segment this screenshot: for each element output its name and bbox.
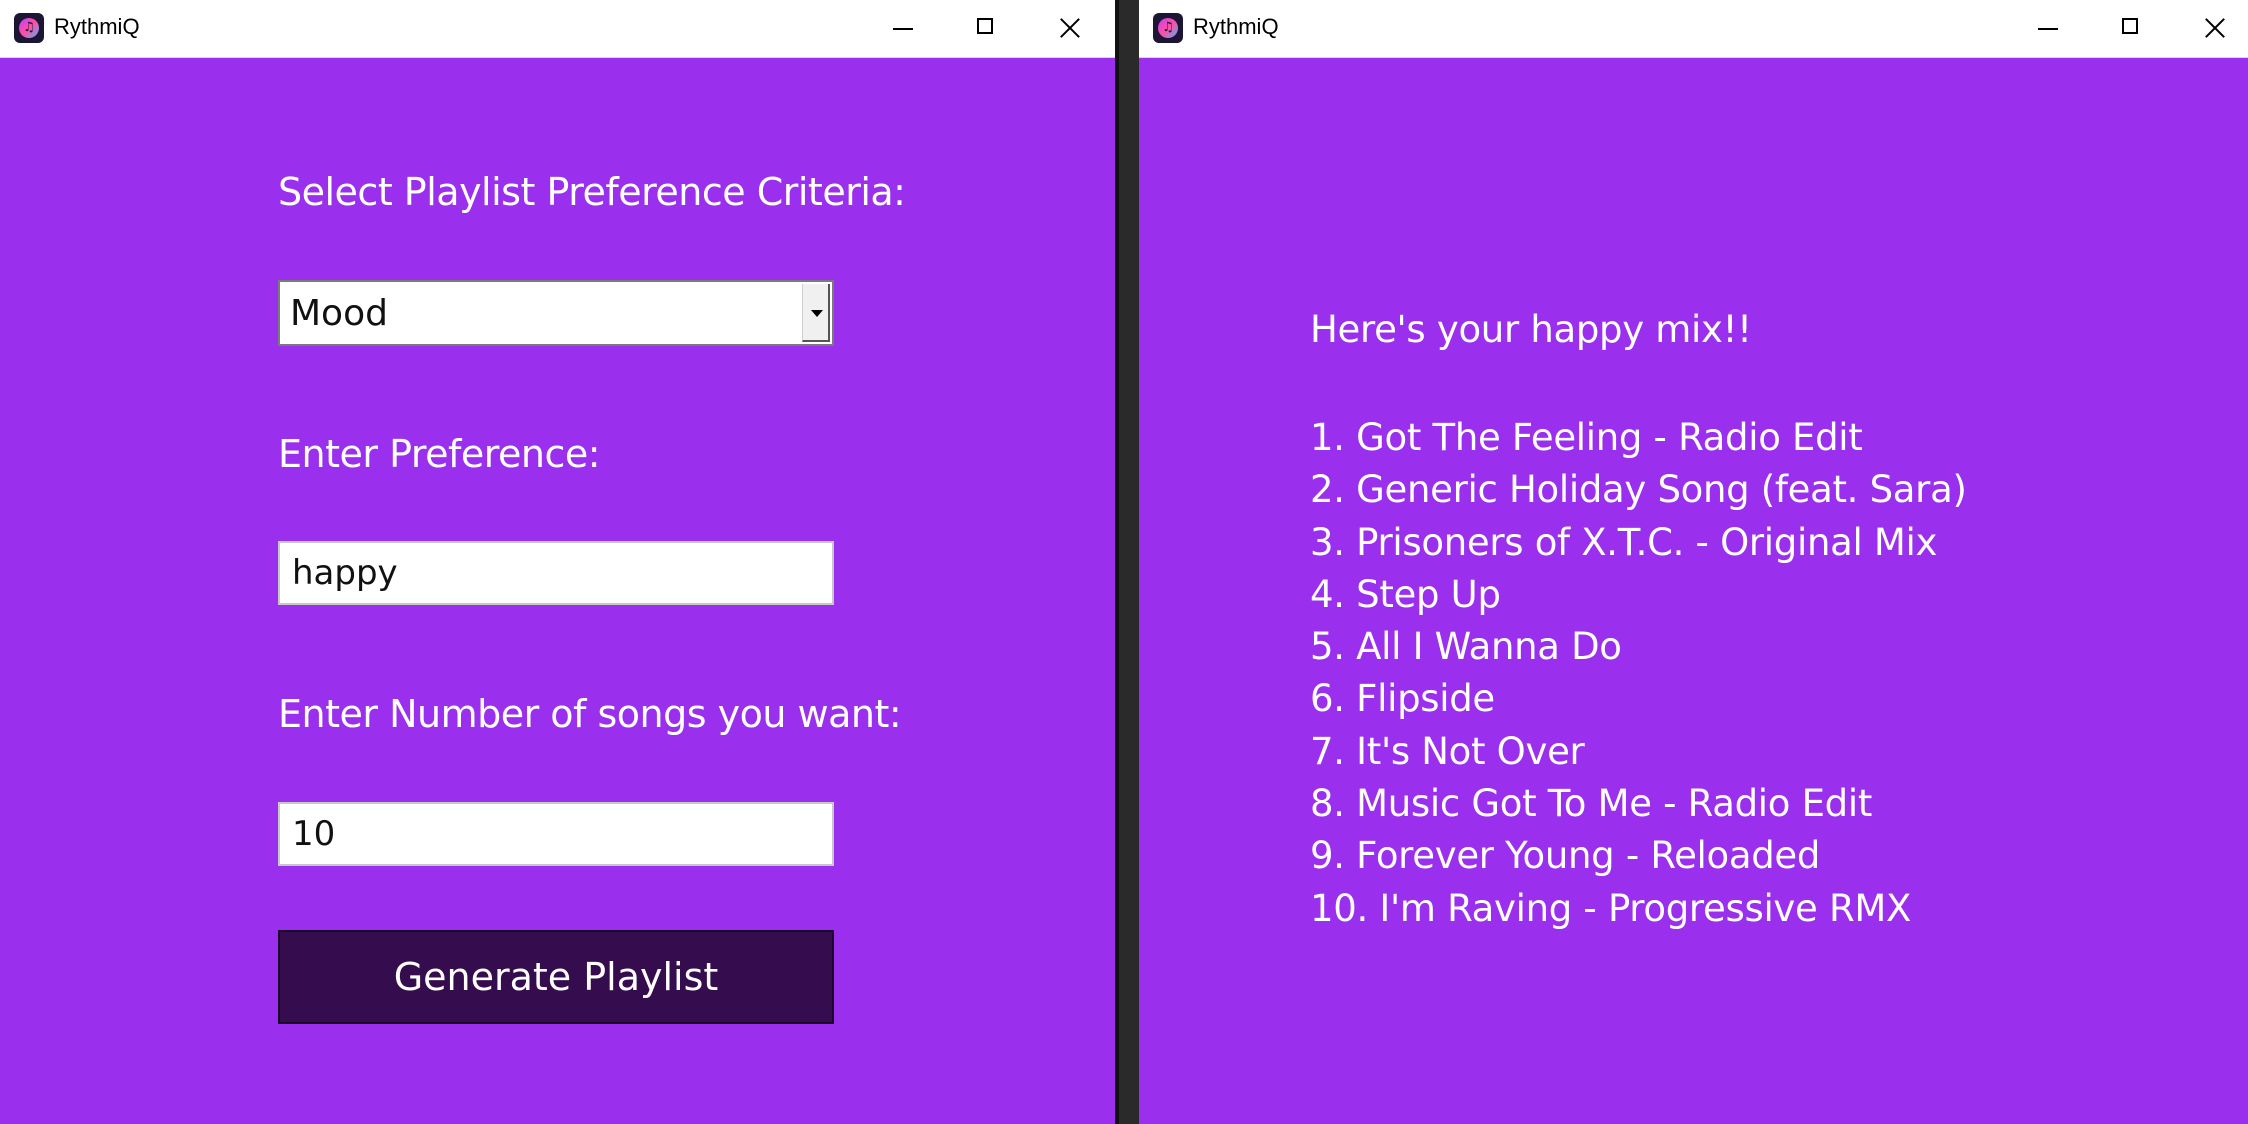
song-item: 10. I'm Raving - Progressive RMX — [1310, 886, 1912, 930]
window-border — [1115, 0, 1119, 1124]
generate-playlist-button[interactable]: Generate Playlist — [278, 930, 834, 1024]
minimize-icon[interactable] — [2004, 0, 2088, 57]
song-item: 6. Flipside — [1310, 677, 1495, 721]
song-item: 9. Forever Young - Reloaded — [1310, 834, 1821, 878]
dropdown-arrow-icon[interactable] — [802, 284, 830, 342]
song-item: 2. Generic Holiday Song (feat. Sara) — [1310, 468, 1967, 512]
app-logo-icon: ♫ — [14, 13, 44, 43]
minimize-icon[interactable] — [859, 0, 943, 57]
song-item: 1. Got The Feeling - Radio Edit — [1310, 416, 1863, 459]
title-bar[interactable]: ♫ RythmiQ — [0, 0, 1115, 58]
criteria-label: Select Playlist Preference Criteria: — [278, 170, 906, 214]
criteria-selected-value: Mood — [290, 293, 388, 334]
song-item: 3. Prisoners of X.T.C. - Original Mix — [1310, 520, 1938, 564]
maximize-icon[interactable] — [943, 0, 1027, 57]
song-count-input[interactable] — [278, 802, 834, 866]
mix-heading: Here's your happy mix!! — [1310, 308, 1752, 351]
maximize-icon[interactable] — [2088, 0, 2172, 57]
window-title: RythmiQ — [54, 14, 140, 39]
window-title: RythmiQ — [1193, 14, 1279, 39]
playlist-settings-window: ♫ RythmiQ Select Playlist Preference Cri… — [0, 0, 1115, 1124]
close-icon[interactable] — [1027, 0, 1111, 57]
song-item: 5. All I Wanna Do — [1310, 625, 1622, 669]
song-item: 8. Music Got To Me - Radio Edit — [1310, 782, 1873, 826]
preference-label: Enter Preference: — [278, 432, 601, 476]
close-icon[interactable] — [2172, 0, 2248, 57]
song-item: 4. Step Up — [1310, 572, 1501, 616]
title-bar[interactable]: ♫ RythmiQ — [1139, 0, 2248, 58]
playlist-result-window: ♫ RythmiQ Here's your happy mix!! 1. Got… — [1139, 0, 2248, 1124]
song-item: 7. It's Not Over — [1310, 729, 1585, 773]
preference-input[interactable] — [278, 541, 834, 605]
song-list: 1. Got The Feeling - Radio Edit 2. Gener… — [1310, 412, 1967, 935]
app-logo-icon: ♫ — [1153, 13, 1183, 43]
count-label: Enter Number of songs you want: — [278, 692, 902, 736]
criteria-dropdown[interactable]: Mood — [278, 280, 834, 346]
